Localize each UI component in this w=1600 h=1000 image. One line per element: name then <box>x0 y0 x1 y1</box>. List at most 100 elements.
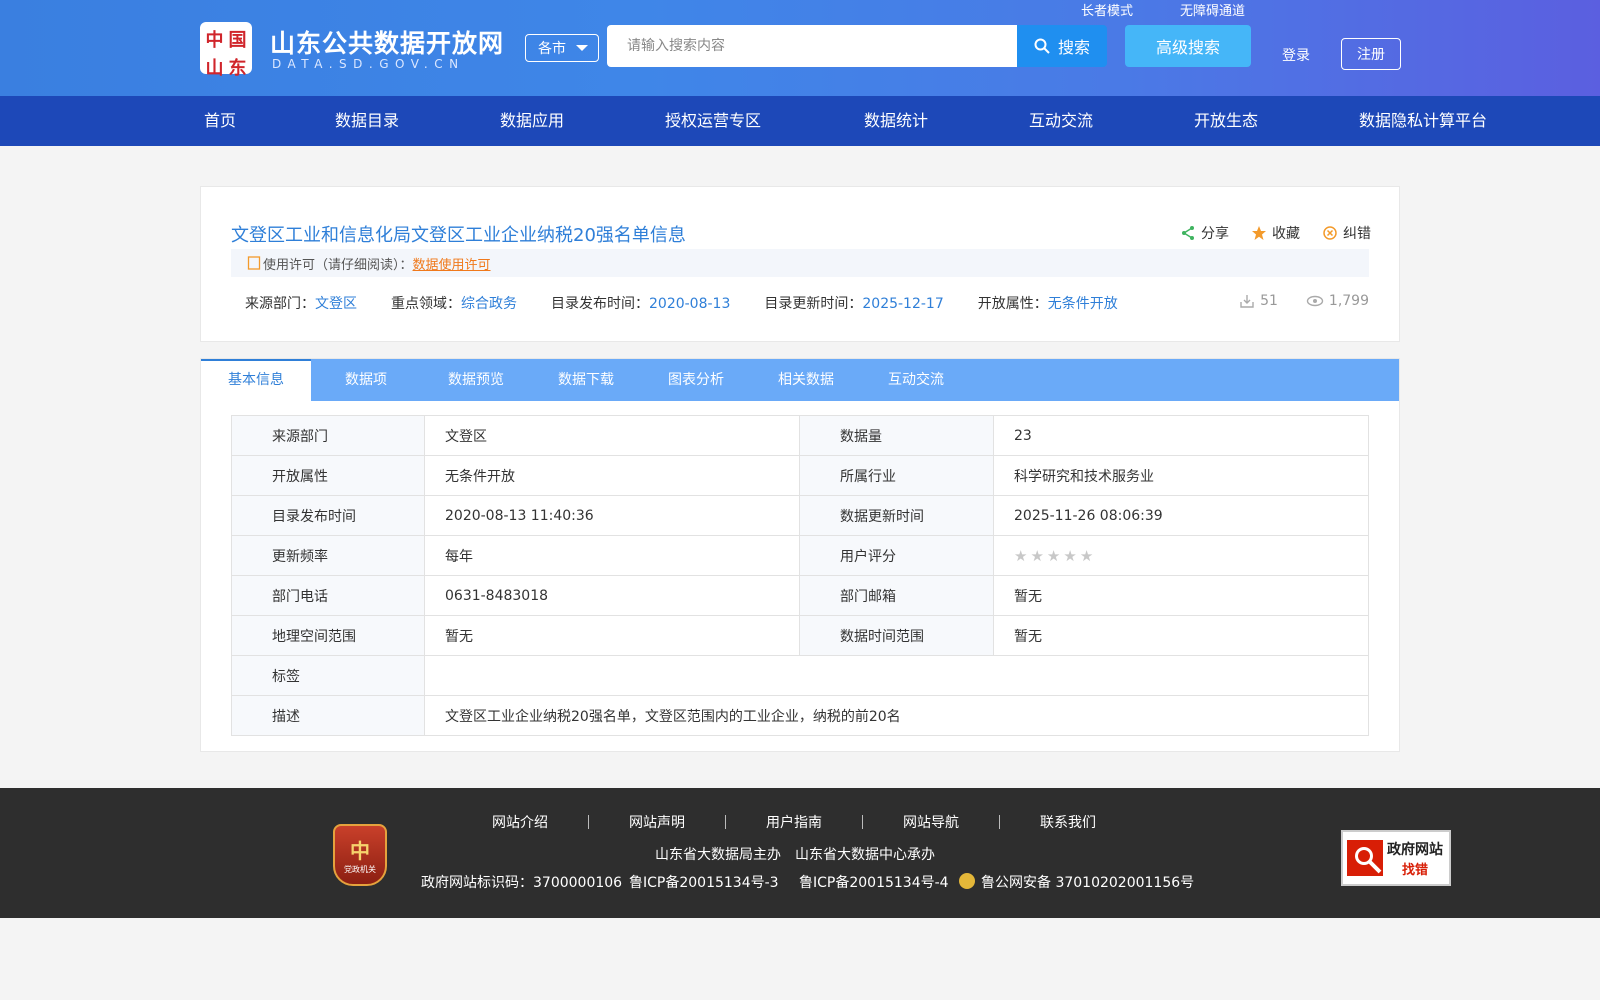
share-icon <box>1182 226 1194 240</box>
rating-stars[interactable]: ★ ★ ★ ★ ★ <box>1014 547 1368 565</box>
table-row: 目录发布时间 2020-08-13 11:40:36 数据更新时间 2025-1… <box>231 495 1369 536</box>
nav-authorized-ops[interactable]: 授权运营专区 <box>665 96 761 146</box>
chevron-down-icon <box>576 45 588 51</box>
divider <box>588 815 589 829</box>
search-input[interactable] <box>607 25 1018 67</box>
city-select-label: 各市 <box>538 41 566 57</box>
star-icon[interactable]: ★ <box>1014 547 1027 565</box>
accessibility-link[interactable]: 无障碍通道 <box>1180 0 1245 19</box>
favorite-label: 收藏 <box>1272 226 1300 242</box>
nav-data-stats[interactable]: 数据统计 <box>864 96 928 146</box>
advanced-search-button[interactable]: 高级搜索 <box>1125 25 1251 67</box>
city-select[interactable]: 各市 <box>525 34 599 62</box>
nav-interaction[interactable]: 互动交流 <box>1029 96 1093 146</box>
footer-icp-4[interactable]: 鲁ICP备20015134号-4 <box>799 872 949 892</box>
logo-char: 国 <box>228 30 247 51</box>
logo-char: 东 <box>228 58 247 79</box>
table-row: 标签 <box>231 655 1369 696</box>
nav-privacy-computing[interactable]: 数据隐私计算平台 <box>1359 96 1487 146</box>
view-count-value: 1,799 <box>1328 293 1369 309</box>
gov-site-error-report-badge[interactable]: 政府网站 找错 <box>1341 830 1451 886</box>
tab-interaction[interactable]: 互动交流 <box>861 359 971 401</box>
search-button-label: 搜索 <box>1057 38 1090 57</box>
gov-badge-subtitle: 找错 <box>1401 862 1428 878</box>
search-button[interactable]: 搜索 <box>1017 25 1107 67</box>
footer-link-contact[interactable]: 联系我们 <box>1040 812 1096 832</box>
login-link[interactable]: 登录 <box>1282 45 1310 65</box>
favorite-button[interactable]: 收藏 <box>1251 223 1300 243</box>
report-error-button[interactable]: 纠错 <box>1322 223 1371 243</box>
nav-data-apps[interactable]: 数据应用 <box>500 96 564 146</box>
field-label: 目录发布时间 <box>231 495 425 536</box>
tab-related-data[interactable]: 相关数据 <box>751 359 861 401</box>
dataset-header-card: 文登区工业和信息化局文登区工业企业纳税20强名单信息 分享 收藏 纠错 使用许可… <box>200 186 1400 342</box>
emblem-char: 中 <box>350 839 370 863</box>
tab-data-items[interactable]: 数据项 <box>311 359 421 401</box>
license-link[interactable]: 数据使用许可 <box>413 254 491 273</box>
tab-basic-info[interactable]: 基本信息 <box>201 359 311 401</box>
emblem-text: 党政机关 <box>344 865 376 874</box>
field-label: 部门电话 <box>231 575 425 616</box>
nav-home[interactable]: 首页 <box>204 96 236 146</box>
tab-chart-analysis[interactable]: 图表分析 <box>641 359 751 401</box>
site-logo[interactable]: 中 国 山 东 <box>200 22 252 79</box>
field-value: 23 <box>993 415 1369 456</box>
site-title[interactable]: 山东公共数据开放网 <box>270 24 504 60</box>
field-label: 来源部门 <box>231 415 425 456</box>
field-value: 每年 <box>424 535 800 576</box>
dataset-actions: 分享 收藏 纠错 <box>1180 223 1371 243</box>
footer-link-sitemap[interactable]: 网站导航 <box>903 812 959 832</box>
field-label: 开放属性 <box>231 455 425 496</box>
field-label: 描述 <box>231 695 425 736</box>
search-icon <box>1034 38 1050 54</box>
download-icon <box>1240 295 1254 308</box>
share-label: 分享 <box>1201 226 1229 242</box>
star-icon[interactable]: ★ <box>1030 547 1043 565</box>
meta-open-attr: 开放属性：无条件开放 <box>978 293 1118 313</box>
table-row: 更新频率 每年 用户评分 ★ ★ ★ ★ ★ <box>231 535 1369 576</box>
user-rating: ★ ★ ★ ★ ★ <box>993 535 1369 576</box>
footer-link-about[interactable]: 网站介绍 <box>492 812 548 832</box>
nav-data-catalog[interactable]: 数据目录 <box>335 96 399 146</box>
field-label: 所属行业 <box>799 455 994 496</box>
basic-info-table: 来源部门 文登区 数据量 23 开放属性 无条件开放 所属行业 科学研究和技术服… <box>231 415 1369 736</box>
divider <box>862 815 863 829</box>
tab-data-preview[interactable]: 数据预览 <box>421 359 531 401</box>
table-row: 来源部门 文登区 数据量 23 <box>231 415 1369 456</box>
police-badge-icon <box>959 873 975 889</box>
download-count: 51 <box>1239 293 1278 309</box>
meta-value-link[interactable]: 无条件开放 <box>1048 296 1118 312</box>
field-label: 更新频率 <box>231 535 425 576</box>
tab-data-download[interactable]: 数据下载 <box>531 359 641 401</box>
footer-icp-3[interactable]: 鲁ICP备20015134号-3 <box>629 872 779 892</box>
field-value: 暂无 <box>993 575 1369 616</box>
star-icon[interactable]: ★ <box>1047 547 1060 565</box>
footer-police-record[interactable]: 鲁公网安备 37010202001156号 <box>959 872 1194 892</box>
meta-value-link[interactable]: 文登区 <box>315 296 357 312</box>
nav-ecosystem[interactable]: 开放生态 <box>1194 96 1258 146</box>
star-icon[interactable]: ★ <box>1080 547 1093 565</box>
meta-value: 2020-08-13 <box>649 296 731 312</box>
footer-link-guide[interactable]: 用户指南 <box>766 812 822 832</box>
divider <box>999 815 1000 829</box>
license-label: 使用许可（请仔细阅读）： <box>263 257 413 273</box>
star-icon[interactable]: ★ <box>1063 547 1076 565</box>
eye-icon <box>1306 295 1324 307</box>
meta-value: 2025-12-17 <box>862 296 944 312</box>
register-button[interactable]: 注册 <box>1341 38 1401 70</box>
meta-value-link[interactable]: 综合政务 <box>461 296 517 312</box>
field-value: 暂无 <box>993 615 1369 656</box>
meta-key: 目录发布时间： <box>551 296 649 312</box>
share-button[interactable]: 分享 <box>1180 223 1229 243</box>
table-row: 部门电话 0631-8483018 部门邮箱 暂无 <box>231 575 1369 616</box>
elder-mode-link[interactable]: 长者模式 <box>1081 0 1133 19</box>
field-value: 0631-8483018 <box>424 575 800 616</box>
dataset-meta: 来源部门：文登区 重点领域：综合政务 目录发布时间：2020-08-13 目录更… <box>245 293 1118 313</box>
meta-publish-date: 目录发布时间：2020-08-13 <box>551 293 730 313</box>
field-value: 文登区 <box>424 415 800 456</box>
footer-links: 网站介绍 网站声明 用户指南 网站导航 联系我们 <box>492 812 1096 832</box>
party-government-emblem[interactable]: 中 党政机关 <box>333 824 387 886</box>
field-label: 用户评分 <box>799 535 994 576</box>
meta-domain: 重点领域：综合政务 <box>391 293 517 313</box>
footer-link-statement[interactable]: 网站声明 <box>629 812 685 832</box>
